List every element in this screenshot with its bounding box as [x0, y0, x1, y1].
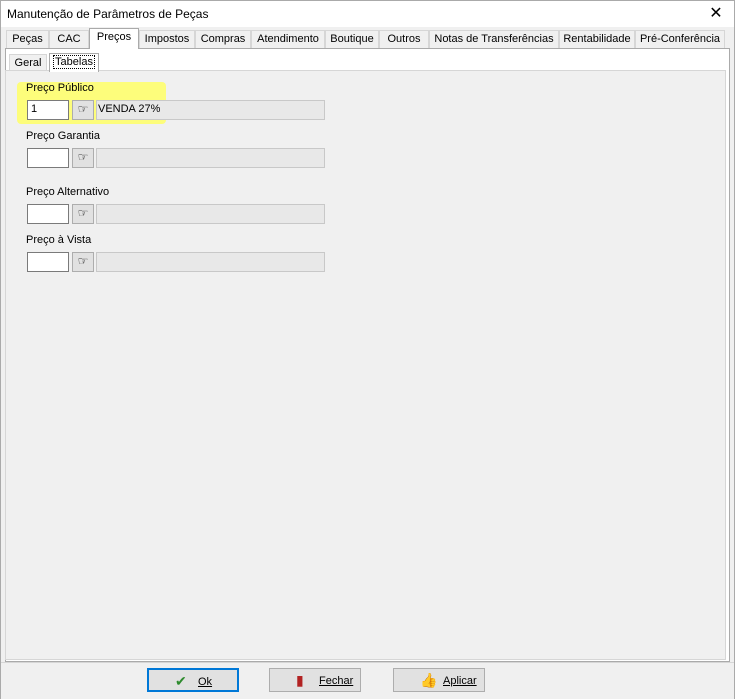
preco-publico-code-input[interactable]: 1 [27, 100, 69, 120]
preco-a-vista-pick-button[interactable]: ☞ [72, 252, 94, 272]
preco-a-vista-code-input[interactable] [27, 252, 69, 272]
pointing-hand-icon: ☞ [77, 254, 89, 268]
subtab-geral[interactable]: Geral [9, 54, 47, 71]
tab-outros[interactable]: Outros [379, 30, 429, 48]
pointing-hand-icon: ☞ [77, 206, 89, 220]
tab-rentabilidade[interactable]: Rentabilidade [559, 30, 635, 48]
preco-alternativo-description [96, 204, 325, 224]
pointing-hand-icon: ☞ [77, 150, 89, 164]
preco-alternativo-pick-button[interactable]: ☞ [72, 204, 94, 224]
preco-alternativo-code-input[interactable] [27, 204, 69, 224]
preco-garantia-code-input[interactable] [27, 148, 69, 168]
tab-boutique[interactable]: Boutique [325, 30, 379, 48]
window-title: Manutenção de Parâmetros de Peças [7, 7, 209, 21]
preco-garantia-label: Preço Garantia [26, 130, 100, 142]
tab-impostos[interactable]: Impostos [139, 30, 195, 48]
tab-pre-conferencia[interactable]: Pré-Conferência [635, 30, 725, 48]
preco-publico-description: VENDA 27% [96, 100, 325, 120]
preco-a-vista-label: Preço à Vista [26, 234, 92, 246]
pointing-hand-icon: ☞ [77, 102, 89, 116]
title-bar: Manutenção de Parâmetros de Peças ✕ [1, 1, 734, 27]
thumbs-up-icon: 👍 [420, 672, 438, 688]
preco-garantia-pick-button[interactable]: ☞ [72, 148, 94, 168]
fechar-button[interactable]: ▮ Fechar [269, 668, 361, 692]
tab-cac[interactable]: CAC [49, 30, 89, 48]
aplicar-button[interactable]: 👍 Aplicar [393, 668, 485, 692]
preco-publico-pick-button[interactable]: ☞ [72, 100, 94, 120]
tab-pecas[interactable]: Peças [6, 30, 49, 48]
exit-door-icon: ▮ [296, 672, 304, 688]
button-bar [1, 662, 734, 699]
preco-a-vista-description [96, 252, 325, 272]
preco-garantia-description [96, 148, 325, 168]
preco-publico-label: Preço Público [26, 82, 94, 94]
dialog-window: Manutenção de Parâmetros de Peças ✕ Peça… [0, 0, 735, 699]
tab-compras[interactable]: Compras [195, 30, 251, 48]
tab-atendimento[interactable]: Atendimento [251, 30, 325, 48]
tab-notas-transferencias[interactable]: Notas de Transferências [429, 30, 559, 48]
subtab-tabelas[interactable]: Tabelas [49, 53, 99, 72]
checkmark-icon: ✔ [175, 673, 187, 689]
tab-precos[interactable]: Preços [89, 28, 139, 49]
ok-button[interactable]: ✔ Ok [147, 668, 239, 692]
preco-alternativo-label: Preço Alternativo [26, 186, 110, 198]
close-icon[interactable]: ✕ [700, 1, 732, 27]
